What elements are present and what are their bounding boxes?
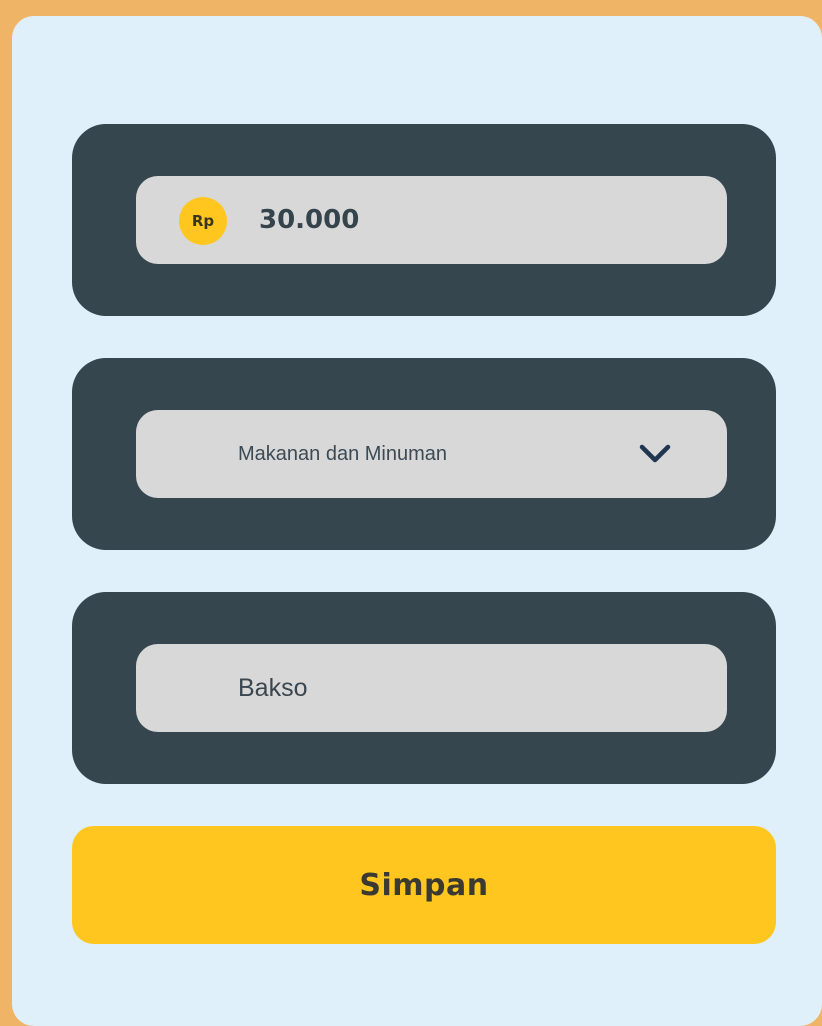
description-panel: Bakso bbox=[72, 592, 776, 784]
amount-panel: Rp 30.000 bbox=[72, 124, 776, 316]
form-card: Rp 30.000 Makanan dan Minuman Bakso Simp… bbox=[12, 16, 822, 1026]
save-button[interactable]: Simpan bbox=[72, 826, 776, 944]
amount-value: 30.000 bbox=[259, 205, 360, 235]
chevron-down-icon[interactable] bbox=[635, 439, 675, 469]
description-field[interactable]: Bakso bbox=[136, 644, 727, 732]
description-value: Bakso bbox=[238, 674, 308, 702]
amount-field[interactable]: Rp 30.000 bbox=[136, 176, 727, 264]
currency-badge: Rp bbox=[179, 197, 227, 245]
category-panel: Makanan dan Minuman bbox=[72, 358, 776, 550]
category-selected-value: Makanan dan Minuman bbox=[238, 443, 448, 465]
category-select[interactable]: Makanan dan Minuman bbox=[136, 410, 727, 498]
